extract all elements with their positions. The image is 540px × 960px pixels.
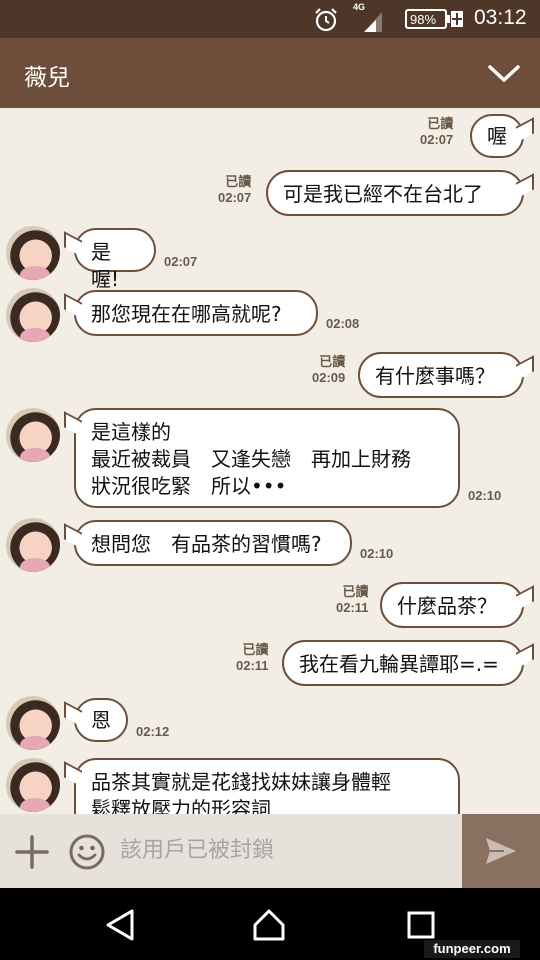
- message-bubble-incoming[interactable]: 那您現在在哪高就呢?: [74, 290, 318, 336]
- emoji-icon[interactable]: [68, 833, 106, 871]
- message-bubble-outgoing[interactable]: 有什麼事嗎？: [358, 352, 524, 398]
- network-type-label: 4G: [353, 2, 365, 12]
- message-input[interactable]: [120, 830, 450, 870]
- message-time: 02:08: [326, 316, 360, 331]
- message-time: 02:07: [420, 132, 454, 147]
- plus-icon[interactable]: [14, 834, 50, 870]
- contact-avatar[interactable]: [6, 758, 60, 812]
- message-meta: 已讀 02:09: [312, 354, 345, 386]
- message-meta: 已讀 02:11: [336, 584, 369, 616]
- message-input-bar: [0, 814, 540, 888]
- contact-name[interactable]: 薇兒: [24, 58, 70, 92]
- message-bubble-outgoing[interactable]: 我在看九輪異譚耶=.=: [282, 640, 524, 686]
- read-receipt: 已讀: [225, 174, 252, 189]
- message-bubble-incoming[interactable]: 是這樣的 最近被裁員 又逢失戀 再加上財務 狀況很吃緊 所以•••: [74, 408, 460, 508]
- read-receipt: 已讀: [427, 116, 454, 131]
- contact-avatar[interactable]: [6, 226, 60, 280]
- read-receipt: 已讀: [319, 354, 346, 369]
- message-bubble-incoming[interactable]: 品茶其實就是花錢找妹妹讓身體輕 鬆釋放壓力的形容詞: [74, 758, 460, 814]
- message-meta: 已讀 02:07: [420, 116, 453, 148]
- message-time: 02:07: [164, 254, 198, 269]
- nav-home-icon[interactable]: [252, 908, 286, 942]
- message-time: 02:11: [236, 658, 269, 673]
- message-time: 02:09: [312, 370, 346, 385]
- message-time: 02:07: [218, 190, 252, 205]
- battery-percent: 98%: [410, 12, 436, 27]
- system-nav-bar: funpeer.com: [0, 888, 540, 960]
- read-receipt: 已讀: [242, 642, 269, 657]
- message-time: 02:12: [136, 724, 170, 739]
- message-bubble-incoming[interactable]: 想問您 有品茶的習慣嗎?: [74, 520, 352, 566]
- contact-avatar[interactable]: [6, 696, 60, 750]
- send-icon: [486, 838, 516, 864]
- message-bubble-outgoing[interactable]: 喔: [470, 114, 524, 158]
- status-bar: 4G 98% 03:12: [0, 0, 540, 38]
- send-button[interactable]: [462, 814, 540, 888]
- chat-header: 薇兒: [0, 38, 540, 108]
- message-bubble-incoming[interactable]: 是喔!: [74, 228, 156, 291]
- message-bubble-incoming[interactable]: 恩: [74, 698, 128, 742]
- message-meta: 已讀 02:07: [218, 174, 251, 206]
- message-time: 02:11: [336, 600, 369, 615]
- status-time: 03:12: [474, 6, 527, 29]
- battery-charging-icon: 98%: [405, 9, 463, 29]
- alarm-clock-icon: [315, 8, 337, 32]
- chat-message-list[interactable]: 已讀 02:07 喔 已讀 02:07 可是我已經不在台北了 是喔! 02:07…: [0, 108, 540, 814]
- contact-avatar[interactable]: [6, 518, 60, 572]
- message-time: 02:10: [468, 488, 502, 503]
- contact-avatar[interactable]: [6, 288, 60, 342]
- message-time: 02:10: [360, 546, 394, 561]
- signal-icon: 4G: [353, 2, 382, 32]
- message-bubble-outgoing[interactable]: 可是我已經不在台北了: [266, 170, 524, 216]
- read-receipt: 已讀: [342, 584, 369, 599]
- nav-back-icon[interactable]: [104, 908, 136, 942]
- nav-recent-icon[interactable]: [406, 910, 436, 940]
- chevron-down-icon[interactable]: [486, 61, 522, 85]
- watermark: funpeer.com: [424, 940, 520, 958]
- message-meta: 已讀 02:11: [236, 642, 269, 674]
- contact-avatar[interactable]: [6, 408, 60, 462]
- message-bubble-outgoing[interactable]: 什麼品茶？: [380, 582, 524, 628]
